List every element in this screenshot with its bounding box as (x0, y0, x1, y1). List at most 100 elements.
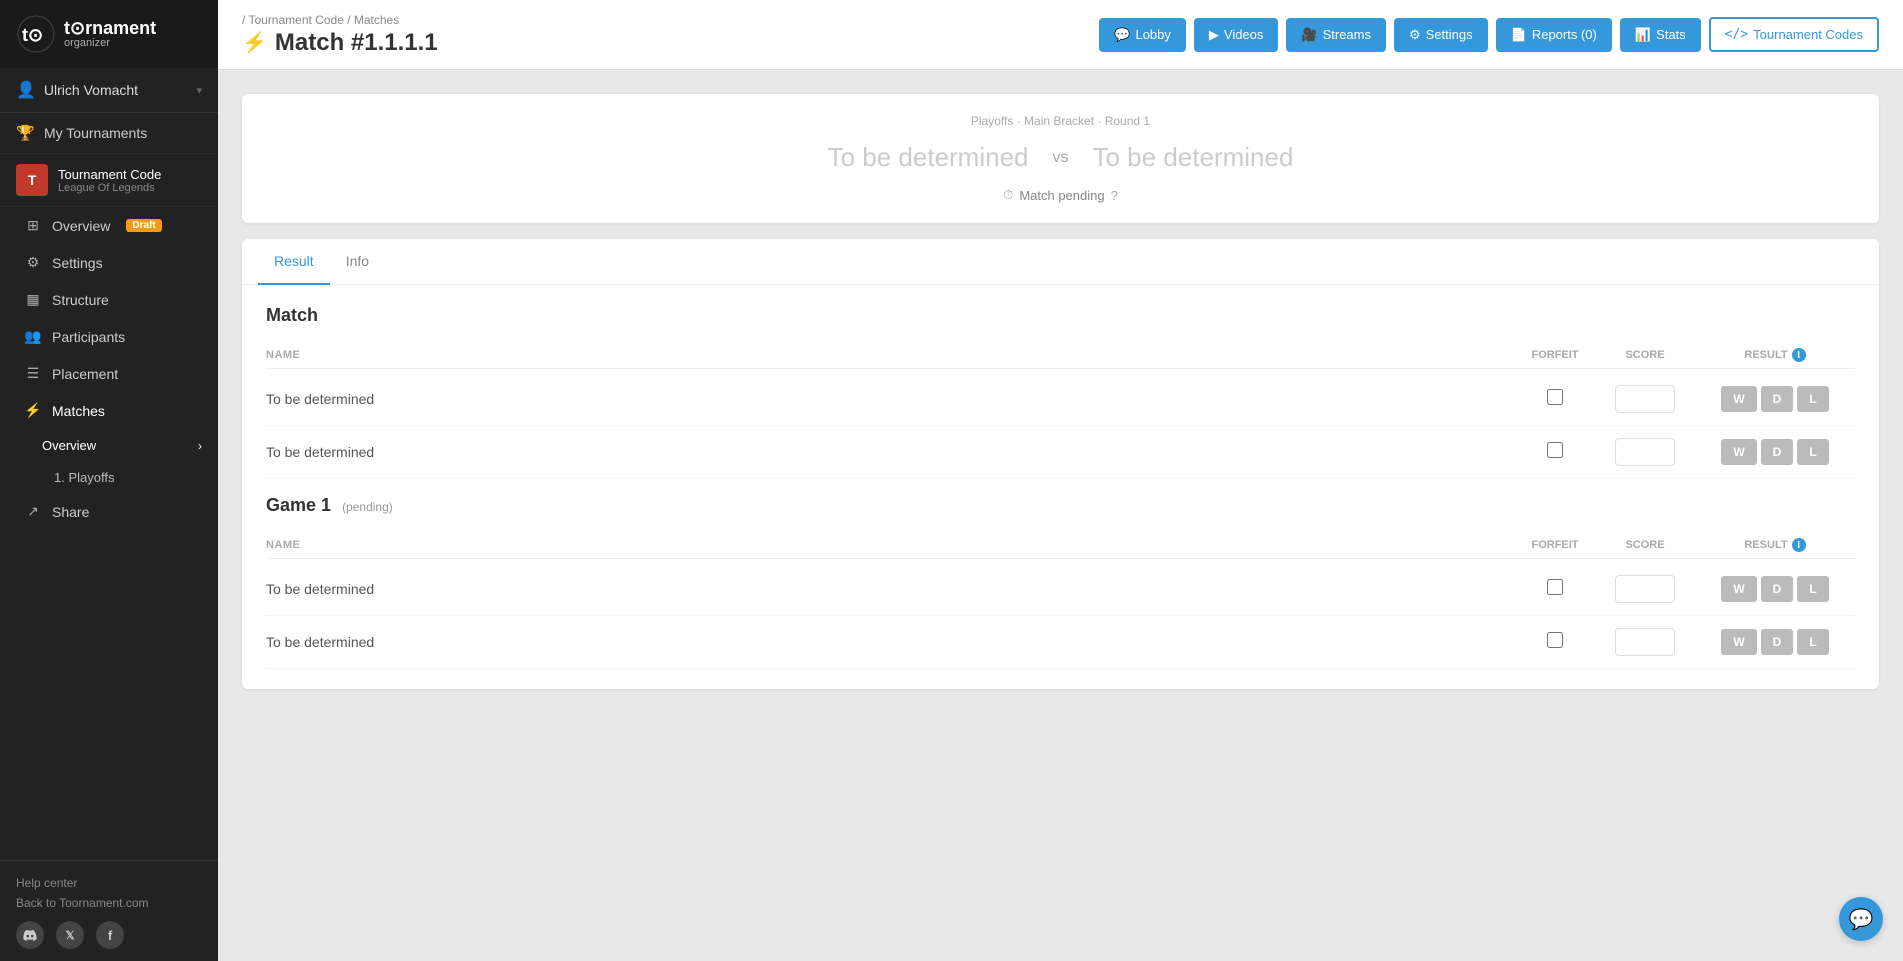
status-text: Match pending (1019, 188, 1104, 203)
back-link[interactable]: Back to Toornament.com (16, 893, 202, 913)
game1-row-2-result: W D L (1695, 629, 1855, 655)
tab-result-label: Result (274, 253, 314, 269)
game1-col-name-header: NAME (266, 539, 1515, 551)
match-summary-card: Playoffs · Main Bracket · Round 1 To be … (242, 94, 1879, 223)
stats-button[interactable]: 📊 Stats (1620, 18, 1701, 52)
game1-row-1: To be determined W D L (266, 563, 1855, 616)
help-question-icon[interactable]: ? (1111, 188, 1118, 203)
sidebar-subitem-playoffs[interactable]: 1. Playoffs (0, 462, 218, 493)
twitter-icon[interactable]: 𝕏 (56, 921, 84, 949)
sidebar-subitem-overview[interactable]: Overview › (0, 429, 218, 462)
share-icon: ↗ (24, 503, 42, 520)
match-section-title: Match (266, 305, 1855, 326)
discord-icon[interactable] (16, 921, 44, 949)
lobby-button[interactable]: 💬 Lobby (1099, 18, 1186, 52)
main-content: / Tournament Code / Matches ⚡ Match #1.1… (218, 0, 1903, 961)
settings-label: Settings (1426, 27, 1473, 42)
game1-col-forfeit-header: FORFEIT (1515, 539, 1595, 551)
sidebar-item-settings[interactable]: ⚙ Settings (0, 244, 218, 281)
game1-row-2-name: To be determined (266, 634, 1515, 650)
col-result-header: RESULT i (1695, 348, 1855, 362)
match-row-1-win-button[interactable]: W (1721, 386, 1756, 412)
chat-bubble[interactable]: 💬 (1839, 897, 1883, 941)
match-row-2-draw-button[interactable]: D (1761, 439, 1794, 465)
match-row-1-score-input[interactable] (1615, 385, 1675, 413)
col-forfeit-header: FORFEIT (1515, 349, 1595, 361)
game1-col-score-header: SCORE (1595, 539, 1695, 551)
tournament-card[interactable]: T Tournament Code League Of Legends (0, 154, 218, 207)
my-tournaments-label: My Tournaments (44, 125, 147, 141)
match-status: ⏱ Match pending ? (266, 187, 1855, 203)
facebook-icon[interactable]: f (96, 921, 124, 949)
stats-label: Stats (1656, 27, 1686, 42)
tournament-thumb: T (16, 164, 48, 196)
help-center-link[interactable]: Help center (16, 873, 202, 893)
match-row-2: To be determined W D L (266, 426, 1855, 479)
match-table-header: NAME FORFEIT SCORE RESULT i (266, 342, 1855, 369)
sidebar-item-participants[interactable]: 👥 Participants (0, 318, 218, 355)
participants-icon: 👥 (24, 328, 42, 345)
match-row-1-loss-button[interactable]: L (1797, 386, 1828, 412)
settings-button[interactable]: ⚙ Settings (1394, 18, 1488, 52)
sidebar-item-matches[interactable]: ⚡ Matches (0, 392, 218, 429)
game1-row-1-draw-button[interactable]: D (1761, 576, 1794, 602)
game1-result-info-icon[interactable]: i (1792, 538, 1806, 552)
videos-button[interactable]: ▶ Videos (1194, 18, 1279, 52)
match-row-1-forfeit-checkbox[interactable] (1547, 389, 1563, 405)
game1-row-1-win-button[interactable]: W (1721, 576, 1756, 602)
game1-row-2-loss-button[interactable]: L (1797, 629, 1828, 655)
match-title-text: Match (266, 305, 318, 325)
playoffs-label: 1. Playoffs (54, 470, 114, 485)
game1-row-1-score (1595, 575, 1695, 603)
user-menu[interactable]: 👤 Ulrich Vomacht ▾ (0, 68, 218, 113)
col-score-header: SCORE (1595, 349, 1695, 361)
reports-button[interactable]: 📄 Reports (0) (1496, 18, 1612, 52)
sidebar-item-structure[interactable]: ▦ Structure (0, 281, 218, 318)
svg-text:t⊙: t⊙ (22, 25, 43, 45)
logo-icon: t⊙ (16, 14, 56, 54)
page-title: Match #1.1.1.1 (275, 29, 438, 57)
videos-icon: ▶ (1209, 27, 1219, 43)
sidebar-footer: Help center Back to Toornament.com 𝕏 f (0, 860, 218, 961)
game1-col-result-text: RESULT (1744, 539, 1787, 551)
match-row-1-draw-button[interactable]: D (1761, 386, 1794, 412)
match-subtitle: Playoffs · Main Bracket · Round 1 (266, 114, 1855, 128)
overview-icon: ⊞ (24, 217, 42, 234)
tab-result[interactable]: Result (258, 239, 330, 285)
breadcrumb: / Tournament Code / Matches (242, 13, 438, 27)
sidebar-item-my-tournaments[interactable]: 🏆 My Tournaments (0, 113, 218, 154)
game1-row-1-score-input[interactable] (1615, 575, 1675, 603)
tournament-codes-button[interactable]: </> Tournament Codes (1709, 17, 1879, 52)
tournament-codes-label: Tournament Codes (1753, 27, 1863, 42)
result-info-icon[interactable]: i (1792, 348, 1806, 362)
videos-label: Videos (1224, 27, 1264, 42)
sidebar-item-overview[interactable]: ⊞ Overview Draft (0, 207, 218, 244)
user-chevron: ▾ (196, 84, 202, 97)
match-row-2-forfeit (1515, 442, 1595, 463)
sidebar-item-share[interactable]: ↗ Share (0, 493, 218, 530)
match-row-1-result: W D L (1695, 386, 1855, 412)
sidebar-item-placement[interactable]: ☰ Placement (0, 355, 218, 392)
placement-icon: ☰ (24, 365, 42, 382)
matches-icon: ⚡ (24, 402, 42, 419)
match-row-2-win-button[interactable]: W (1721, 439, 1756, 465)
status-clock-icon: ⏱ (1003, 187, 1013, 203)
game1-row-2-draw-button[interactable]: D (1761, 629, 1794, 655)
match-row-2-loss-button[interactable]: L (1797, 439, 1828, 465)
tournament-name: Tournament Code (58, 167, 161, 182)
game1-row-1-forfeit (1515, 579, 1595, 600)
game1-col-result-header: RESULT i (1695, 538, 1855, 552)
game1-row-1-loss-button[interactable]: L (1797, 576, 1828, 602)
match-row-2-score-input[interactable] (1615, 438, 1675, 466)
game1-row-2-score-input[interactable] (1615, 628, 1675, 656)
col-name-header: NAME (266, 349, 1515, 361)
game1-row-1-forfeit-checkbox[interactable] (1547, 579, 1563, 595)
reports-label: Reports (0) (1532, 27, 1597, 42)
game1-row-2-forfeit-checkbox[interactable] (1547, 632, 1563, 648)
game1-row-2-win-button[interactable]: W (1721, 629, 1756, 655)
streams-button[interactable]: 🎥 Streams (1286, 18, 1386, 52)
tab-info[interactable]: Info (330, 239, 385, 285)
game1-table-header: NAME FORFEIT SCORE RESULT i (266, 532, 1855, 559)
match-row-2-forfeit-checkbox[interactable] (1547, 442, 1563, 458)
top-header: / Tournament Code / Matches ⚡ Match #1.1… (218, 0, 1903, 70)
